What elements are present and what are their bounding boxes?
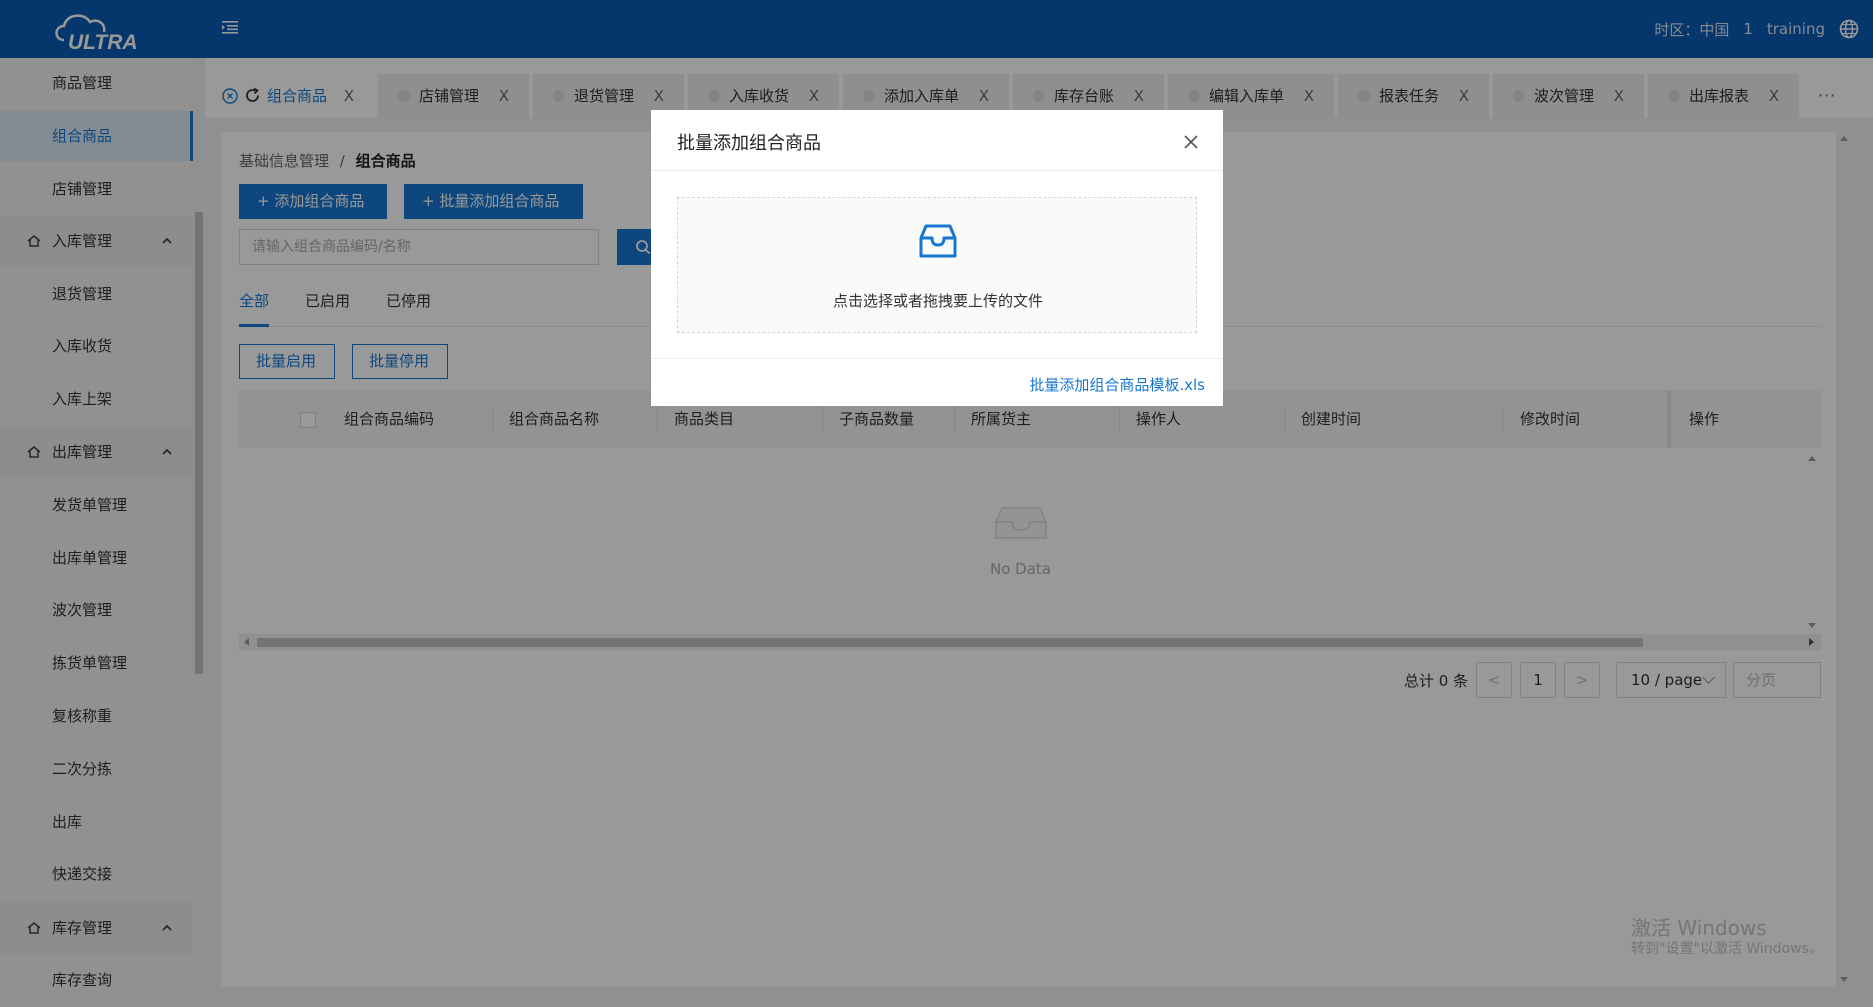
- modal-footer-divider: [651, 358, 1223, 359]
- template-download-link[interactable]: 批量添加组合商品模板.xls: [1029, 374, 1205, 395]
- batch-add-modal: 批量添加组合商品 点击选择或者拖拽要上传的文件 批量添加组合商品模板.xls: [651, 110, 1223, 406]
- close-icon[interactable]: [1183, 134, 1199, 150]
- inbox-upload-icon: [919, 224, 957, 258]
- file-dropzone[interactable]: 点击选择或者拖拽要上传的文件: [677, 197, 1197, 333]
- modal-title: 批量添加组合商品: [677, 133, 821, 154]
- upload-hint: 点击选择或者拖拽要上传的文件: [832, 292, 1043, 310]
- modal-header-divider: [651, 170, 1223, 171]
